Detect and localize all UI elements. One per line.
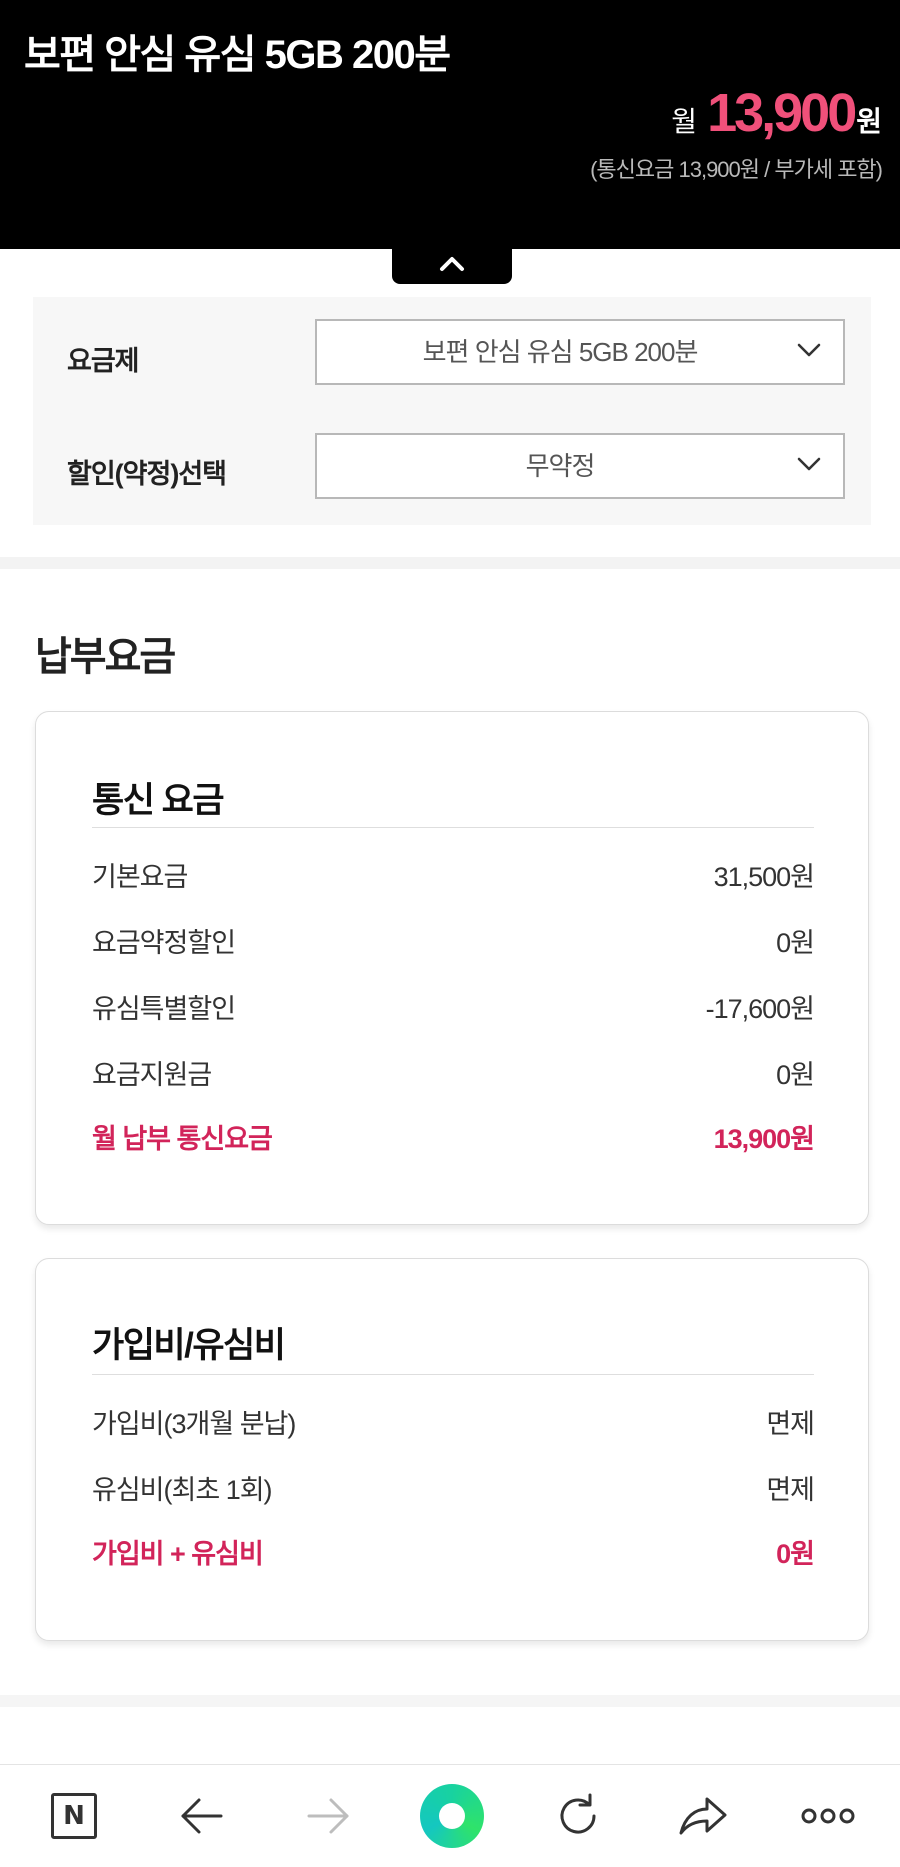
fee-label: 유심비(최초 1회) bbox=[92, 1474, 273, 1505]
total-label: 월 납부 통신요금 bbox=[92, 1123, 273, 1154]
plan-select[interactable]: 보편 안심 유심 5GB 200분 bbox=[315, 319, 845, 385]
fee-row: 유심특별할인 -17,600원 bbox=[92, 986, 815, 1026]
plan-summary-header: 보편 안심 유심 5GB 200분 월 13,900 원 (통신요금 13,90… bbox=[0, 0, 900, 249]
fee-label: 가입비(3개월 분납) bbox=[92, 1408, 296, 1439]
card-divider bbox=[92, 1374, 814, 1375]
back-button[interactable] bbox=[166, 1765, 238, 1867]
forward-button[interactable] bbox=[292, 1765, 364, 1867]
section-divider bbox=[0, 1695, 900, 1707]
telecom-fee-card: 통신 요금 기본요금 31,500원 요금약정할인 0원 유심특별할인 -17,… bbox=[35, 711, 869, 1225]
plan-title: 보편 안심 유심 5GB 200분 bbox=[24, 33, 451, 77]
price-prefix: 월 bbox=[671, 106, 698, 137]
discount-select[interactable]: 무약정 bbox=[315, 433, 845, 499]
back-arrow-icon bbox=[181, 1798, 223, 1834]
fee-total-row: 월 납부 통신요금 13,900원 bbox=[92, 1116, 815, 1156]
fee-row: 기본요금 31,500원 bbox=[92, 854, 815, 894]
more-icon bbox=[801, 1808, 855, 1824]
fee-value: 31,500원 bbox=[713, 861, 815, 892]
green-dot-button[interactable] bbox=[414, 1765, 490, 1867]
more-button[interactable] bbox=[790, 1765, 866, 1867]
plan-select-value: 보편 안심 유심 5GB 200분 bbox=[422, 337, 699, 367]
chevron-down-icon bbox=[797, 457, 821, 471]
share-button[interactable] bbox=[666, 1765, 740, 1867]
chevron-up-icon bbox=[440, 257, 464, 271]
card-title: 통신 요금 bbox=[92, 781, 225, 820]
share-icon bbox=[679, 1797, 727, 1835]
fee-row: 요금약정할인 0원 bbox=[92, 920, 815, 960]
fee-label: 요금지원금 bbox=[92, 1059, 212, 1090]
fee-value: 0원 bbox=[776, 927, 815, 958]
payment-section-title: 납부요금 bbox=[35, 635, 176, 679]
discount-select-label: 할인(약정)선택 bbox=[67, 459, 227, 489]
price-note: (통신요금 13,900원 / 부가세 포함) bbox=[590, 157, 883, 182]
collapse-toggle-button[interactable] bbox=[392, 244, 512, 284]
naver-home-icon: N bbox=[51, 1793, 97, 1839]
plan-select-label: 요금제 bbox=[67, 346, 140, 376]
fee-row: 요금지원금 0원 bbox=[92, 1052, 815, 1092]
monthly-price: 월 13,900 원 bbox=[671, 82, 882, 144]
forward-arrow-icon bbox=[307, 1798, 349, 1834]
chevron-down-icon bbox=[797, 343, 821, 357]
fee-value: 0원 bbox=[776, 1059, 815, 1090]
discount-select-value: 무약정 bbox=[525, 451, 596, 481]
naver-home-button[interactable]: N bbox=[38, 1765, 110, 1867]
section-divider bbox=[0, 557, 900, 569]
fee-row: 유심비(최초 1회) 면제 bbox=[92, 1467, 815, 1507]
fee-value: 면제 bbox=[766, 1474, 815, 1505]
fee-value: 면제 bbox=[766, 1408, 815, 1439]
fee-label: 기본요금 bbox=[92, 861, 188, 892]
price-amount: 13,900 bbox=[707, 83, 857, 143]
total-label: 가입비 + 유심비 bbox=[92, 1538, 264, 1569]
plan-selector-panel: 요금제 보편 안심 유심 5GB 200분 할인(약정)선택 무약정 bbox=[33, 297, 871, 525]
fee-label: 유심특별할인 bbox=[92, 993, 236, 1024]
fee-value: -17,600원 bbox=[705, 993, 815, 1024]
total-value: 0원 bbox=[776, 1538, 815, 1569]
reload-icon bbox=[560, 1793, 596, 1834]
browser-toolbar: N bbox=[0, 1764, 900, 1867]
card-divider bbox=[92, 827, 814, 828]
green-dot-icon bbox=[420, 1784, 484, 1848]
fee-label: 요금약정할인 bbox=[92, 927, 236, 958]
card-title: 가입비/유심비 bbox=[92, 1326, 286, 1365]
reload-button[interactable] bbox=[542, 1765, 614, 1867]
fee-total-row: 가입비 + 유심비 0원 bbox=[92, 1531, 815, 1571]
total-value: 13,900원 bbox=[713, 1123, 815, 1154]
price-unit: 원 bbox=[856, 106, 882, 137]
signup-fee-card: 가입비/유심비 가입비(3개월 분납) 면제 유심비(최초 1회) 면제 가입비… bbox=[35, 1258, 869, 1641]
fee-row: 가입비(3개월 분납) 면제 bbox=[92, 1401, 815, 1441]
